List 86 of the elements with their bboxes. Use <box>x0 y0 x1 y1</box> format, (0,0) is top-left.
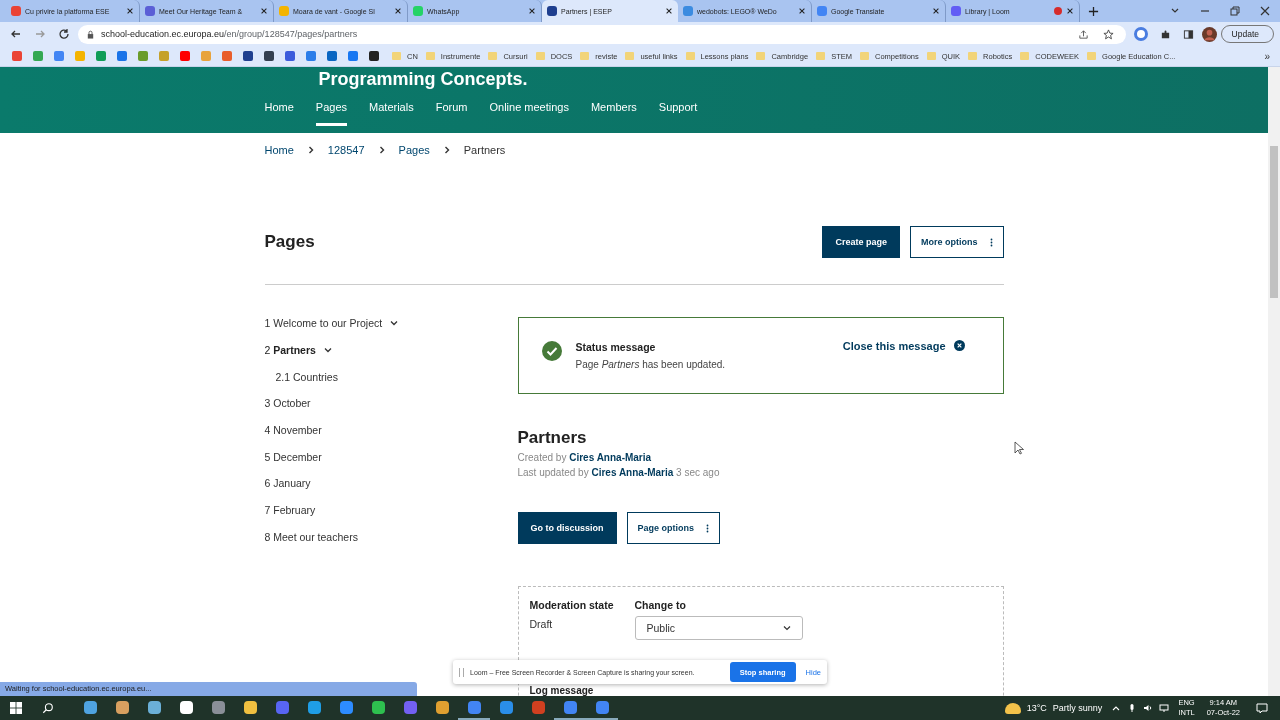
field-label: Moderation state <box>529 599 614 611</box>
nav-link[interactable]: Home <box>264 93 294 126</box>
avatar-icon[interactable] <box>1201 26 1217 42</box>
start-icon[interactable] <box>10 702 22 714</box>
chevron-down-icon[interactable] <box>323 346 332 355</box>
more-icon <box>706 523 710 533</box>
meta-label: Last updated by <box>517 467 589 478</box>
bookmarks-overflow[interactable]: » <box>1264 50 1270 62</box>
back-icon[interactable] <box>10 28 22 40</box>
close-icon[interactable] <box>798 7 806 15</box>
nav-link[interactable]: Forum <box>435 93 468 126</box>
reload-icon[interactable] <box>58 28 70 40</box>
restore-icon[interactable] <box>1229 5 1241 17</box>
discussion-button[interactable]: Go to discussion <box>517 512 617 544</box>
bookmark-icon[interactable] <box>263 51 274 61</box>
breadcrumb-link[interactable]: Pages <box>398 144 430 156</box>
puzzle-icon[interactable] <box>1159 28 1171 40</box>
notification-icon[interactable] <box>1256 702 1268 714</box>
chevron-right-icon <box>442 146 451 154</box>
sidebar-item[interactable]: 7 February <box>264 504 316 517</box>
star-icon[interactable] <box>1102 28 1114 40</box>
chevron-right-icon <box>377 146 386 154</box>
sidebar-item[interactable]: 6 January <box>264 477 311 490</box>
article-title: Partners <box>517 428 588 448</box>
close-message-link[interactable]: Close this message <box>842 339 946 352</box>
weather-text: Partly sunny <box>1052 703 1103 713</box>
close-icon[interactable] <box>394 7 402 15</box>
side-panel-icon[interactable] <box>1182 28 1194 40</box>
sidebar-item[interactable]: 5 December <box>264 450 322 463</box>
more-options-button[interactable]: More options <box>910 226 1004 258</box>
lock-icon <box>86 29 95 39</box>
network-icon[interactable] <box>1159 703 1170 713</box>
new-tab-icon[interactable] <box>1088 5 1099 17</box>
more-icon <box>989 237 993 247</box>
meta-label: Created by <box>517 452 567 463</box>
nav-link[interactable]: Pages <box>315 93 348 126</box>
field-label: Change to <box>634 599 687 611</box>
author-link[interactable]: Cires Anna-Maria <box>569 452 652 463</box>
close-icon[interactable] <box>953 340 965 351</box>
scrollbar[interactable] <box>1268 67 1280 696</box>
state-dropdown[interactable]: Public <box>634 616 803 640</box>
close-icon[interactable] <box>1066 7 1074 15</box>
drag-handle-icon[interactable] <box>459 667 464 677</box>
chevron-down-icon <box>782 624 791 632</box>
temperature: 13°C <box>1026 703 1047 713</box>
nav-link[interactable]: Members <box>590 93 637 126</box>
create-page-button[interactable]: Create page <box>822 226 900 258</box>
chevron-down-icon[interactable] <box>390 319 399 328</box>
chevron-right-icon <box>306 146 315 154</box>
close-icon[interactable] <box>1259 5 1271 17</box>
status-title: Status message <box>575 341 657 353</box>
nav-link[interactable]: Online meetings <box>489 93 569 126</box>
address-field[interactable]: school-education.ec.europa.eu/en/group/128547/pages/partners <box>78 24 1126 44</box>
status-text: Page Partners has been updated. <box>575 359 726 370</box>
sidebar-item[interactable]: 4 November <box>264 424 322 437</box>
close-icon[interactable] <box>260 7 268 15</box>
field-label: Log message <box>529 685 595 696</box>
moderation-state: Draft <box>529 618 554 630</box>
group-title: Programming Concepts. <box>317 68 529 90</box>
sidebar-item[interactable]: 3 October <box>264 397 311 410</box>
cursor-icon <box>1014 441 1024 455</box>
sidebar-item[interactable]: 2 Partners <box>264 344 316 357</box>
author-link[interactable]: Cires Anna-Maria <box>591 467 674 478</box>
updated-time: 3 sec ago <box>676 467 720 478</box>
weather-icon <box>1004 702 1021 714</box>
nav-link[interactable]: Materials <box>369 93 414 126</box>
close-icon[interactable] <box>528 7 536 15</box>
sidebar-item[interactable]: 1 Welcome to our Project <box>264 317 383 330</box>
share-icon[interactable] <box>1077 28 1089 40</box>
page-options-button[interactable]: Page options <box>626 512 721 544</box>
breadcrumb-link[interactable]: Home <box>264 144 294 156</box>
breadcrumb-current: Partners <box>463 144 506 156</box>
speaker-icon[interactable] <box>1143 703 1154 713</box>
search-icon[interactable] <box>42 702 54 714</box>
bookmark-icon[interactable] <box>368 51 379 61</box>
check-icon <box>541 341 562 361</box>
sidebar-item[interactable]: 8 Meet our teachers <box>264 530 358 543</box>
page-heading: Pages <box>264 232 315 252</box>
update-button[interactable]: Update <box>1220 25 1274 43</box>
breadcrumb-link[interactable]: 128547 <box>327 144 365 156</box>
nav-link[interactable]: Support <box>658 93 698 126</box>
close-icon[interactable] <box>665 7 673 15</box>
close-icon[interactable] <box>126 7 134 15</box>
close-icon[interactable] <box>932 7 940 15</box>
bookmark-icon[interactable] <box>242 51 253 61</box>
sidebar-item[interactable]: 2.1 Countries <box>275 370 338 383</box>
